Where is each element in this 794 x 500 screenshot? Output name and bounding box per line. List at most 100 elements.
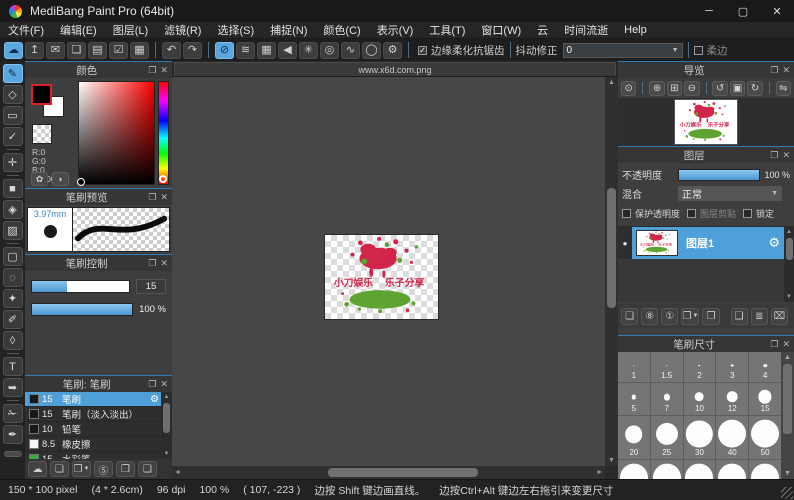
close-icon[interactable]: ✕ <box>782 65 790 76</box>
fit-window-icon[interactable]: ⊞ <box>667 81 682 96</box>
brush-size-cell[interactable]: 60 <box>618 460 650 479</box>
brush-size-cell[interactable]: 12 <box>716 383 748 415</box>
document-icon[interactable]: ▤ <box>88 42 107 59</box>
scroll-up-icon[interactable]: ▲ <box>606 77 617 88</box>
cloud-sync-icon[interactable]: ☁ <box>4 42 23 59</box>
magic-wand-tool[interactable]: ✦ <box>3 289 23 308</box>
layer-option-checkbox[interactable] <box>687 209 696 218</box>
undo-icon[interactable]: ↶ <box>162 42 181 59</box>
reset-rotation-icon[interactable]: ▣ <box>730 81 745 96</box>
cloud-brush-icon[interactable]: ☁ <box>28 461 47 477</box>
add-layer-menu-icon[interactable]: ❐▼ <box>681 308 699 325</box>
scroll-down-icon[interactable]: ▼ <box>606 455 617 466</box>
menu-item-4[interactable]: 选择(S) <box>209 22 262 38</box>
eyedropper-tool[interactable]: ✒ <box>3 425 23 444</box>
brush-folder-icon[interactable]: ❒ <box>116 461 135 477</box>
navigator-view[interactable]: 小刀娱乐 乐子分享 <box>618 98 794 146</box>
duplicate-brush-icon[interactable]: ❑ <box>138 461 157 477</box>
v-scroll-thumb[interactable] <box>607 188 616 308</box>
scroll-down-icon[interactable]: ▼ <box>782 468 793 479</box>
sv-picker-indicator[interactable] <box>77 178 85 186</box>
navigator-thumbnail[interactable]: 小刀娱乐 乐子分享 <box>674 99 738 145</box>
menu-item-3[interactable]: 滤镜(R) <box>156 22 209 38</box>
layer-opacity-slider[interactable] <box>678 169 760 181</box>
scroll-up-icon[interactable]: ▲ <box>784 227 794 237</box>
select-eraser-tool[interactable]: ◊ <box>3 331 23 350</box>
new-8bit-layer-icon[interactable]: ⑧ <box>641 308 658 325</box>
canvas-viewport[interactable]: 小刀娱乐 乐子分享 <box>172 77 605 466</box>
layer-option-checkbox[interactable] <box>743 209 752 218</box>
layer-visibility-toggle[interactable]: ● <box>618 227 632 259</box>
snap-off-icon[interactable]: ⊘ <box>215 42 234 59</box>
scroll-left-icon[interactable]: ◄ <box>172 467 183 478</box>
menu-item-5[interactable]: 捕捉(N) <box>262 22 315 38</box>
popout-icon[interactable]: ❐ <box>148 65 156 76</box>
merge-layer-icon[interactable]: ≣ <box>751 308 768 325</box>
brush-size-value[interactable]: 15 <box>136 279 166 294</box>
bucket-tool[interactable]: ◈ <box>3 200 23 219</box>
maximize-button[interactable]: ▢ <box>726 0 760 22</box>
delete-layer-icon[interactable]: ⌧ <box>771 308 788 325</box>
close-icon[interactable]: ✕ <box>160 65 168 76</box>
text-tool[interactable]: T <box>3 357 23 376</box>
close-icon[interactable]: ✕ <box>782 150 790 161</box>
canvas-horizontal-scrollbar[interactable]: ◄ ► <box>172 466 605 479</box>
brush-size-cell[interactable]: 5 <box>618 383 650 415</box>
document-tab[interactable]: www.x6d.com.png <box>174 62 616 76</box>
redo-icon[interactable]: ↷ <box>183 42 202 59</box>
popout-icon[interactable]: ❐ <box>148 379 156 390</box>
comment-icon[interactable]: ✉ <box>46 42 65 59</box>
hue-bar[interactable] <box>158 81 169 185</box>
memo-icon[interactable]: ❏ <box>67 42 86 59</box>
rotate-right-icon[interactable]: ↻ <box>747 81 762 96</box>
fill-shape-tool[interactable]: ■ <box>3 179 23 198</box>
stabilizer-dropdown[interactable]: 0▼ <box>563 43 683 58</box>
new-layer-icon[interactable]: ❏ <box>621 308 638 325</box>
layer-settings-icon[interactable]: ⚙ <box>768 235 780 251</box>
menu-item-10[interactable]: 云 <box>529 22 556 38</box>
soft-edge-checkbox[interactable] <box>694 46 703 55</box>
brush-size-cell[interactable]: 1 <box>618 352 650 382</box>
brush-size-cell[interactable]: 80 <box>684 460 716 479</box>
brush-size-cell[interactable]: 20 <box>618 416 650 459</box>
zoom-actual-icon[interactable]: ⊙ <box>621 81 636 96</box>
brush-size-cell[interactable]: 7 <box>651 383 683 415</box>
brush-size-cell[interactable]: 15 <box>749 383 781 415</box>
brush-size-cell[interactable]: 3 <box>716 352 748 382</box>
snap-parallel-icon[interactable]: ≋ <box>236 42 255 59</box>
popout-icon[interactable]: ❐ <box>770 65 778 76</box>
checklist-icon[interactable]: ☑ <box>109 42 128 59</box>
close-button[interactable]: ✕ <box>760 0 794 22</box>
new-1bit-layer-icon[interactable]: ① <box>661 308 678 325</box>
select-pen-tool[interactable]: ✐ <box>3 310 23 329</box>
snap-curve-icon[interactable]: ∿ <box>341 42 360 59</box>
transparent-color-swatch[interactable] <box>32 124 52 144</box>
popout-icon[interactable]: ❐ <box>770 150 778 161</box>
foreground-color-swatch[interactable] <box>31 84 52 105</box>
script-brush-icon[interactable]: Ⓢ <box>94 461 113 477</box>
menu-item-0[interactable]: 文件(F) <box>0 22 52 38</box>
brush-size-cell[interactable]: 2 <box>684 352 716 382</box>
publish-icon[interactable]: ↥ <box>25 42 44 59</box>
gradient-tool[interactable]: ▨ <box>3 221 23 240</box>
divide-tool[interactable]: ✁ <box>3 404 23 423</box>
palette-icon[interactable]: ✿ <box>31 172 48 186</box>
duplicate-layer-icon[interactable]: ❑ <box>731 308 748 325</box>
shape-brush-tool[interactable]: ▭ <box>3 106 23 125</box>
brush-size-cell[interactable]: 90 <box>716 460 748 479</box>
brush-tool[interactable]: ✎ <box>3 64 23 83</box>
blend-mode-dropdown[interactable]: 正常▼ <box>678 186 782 201</box>
brush-size-cell[interactable]: 30 <box>684 416 716 459</box>
popout-icon[interactable]: ❐ <box>148 192 156 203</box>
zoom-out-icon[interactable]: ⊖ <box>684 81 699 96</box>
menu-item-9[interactable]: 窗口(W) <box>473 22 529 38</box>
layer-folder-icon[interactable]: ❒ <box>702 308 719 325</box>
select-lasso-tool[interactable]: ◌ <box>3 268 23 287</box>
brush-list-item[interactable]: 15笔刷（淡入淡出） <box>25 407 161 422</box>
scroll-right-icon[interactable]: ► <box>594 467 605 478</box>
menu-item-11[interactable]: 时间流逝 <box>556 22 616 38</box>
menu-item-12[interactable]: Help <box>616 24 655 36</box>
brush-size-cell[interactable]: 1.5 <box>651 352 683 382</box>
artwork-image[interactable]: 小刀娱乐 乐子分享 <box>324 234 439 320</box>
snap-ellipse-icon[interactable]: ◯ <box>362 42 381 59</box>
